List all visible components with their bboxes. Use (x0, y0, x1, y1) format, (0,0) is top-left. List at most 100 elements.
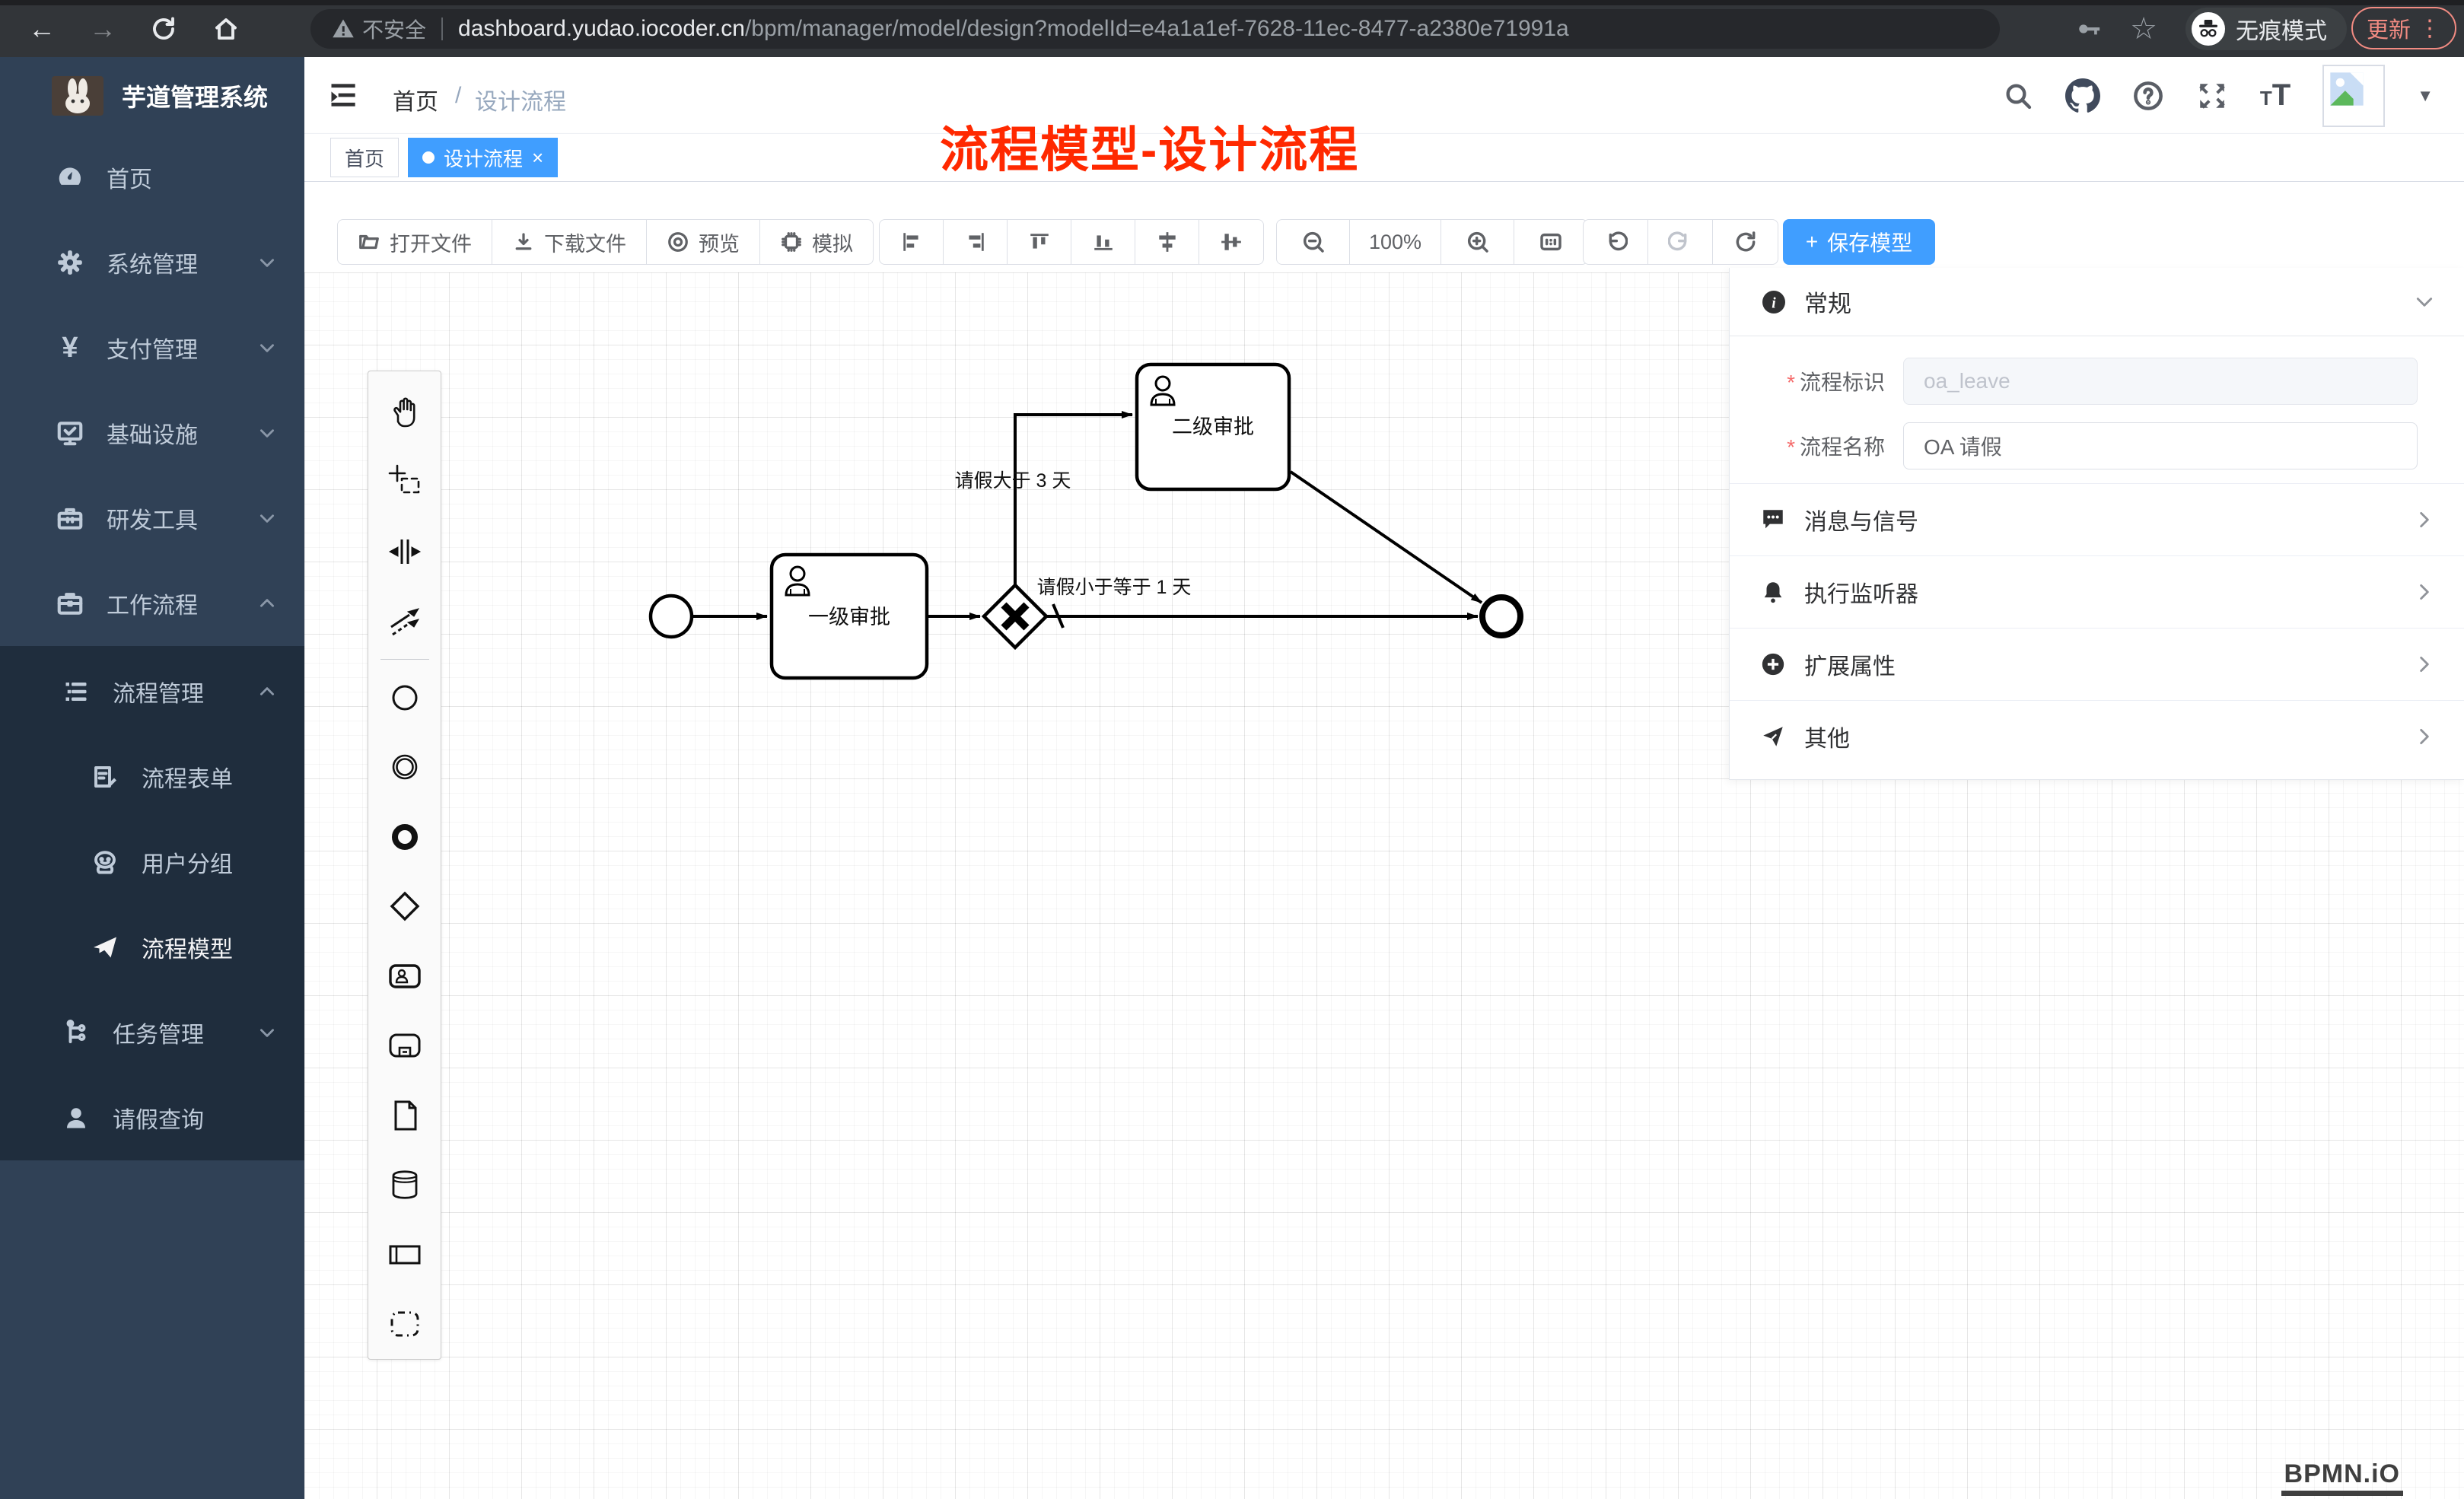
url-separator (441, 18, 443, 40)
undo-button[interactable] (1584, 220, 1648, 264)
designer-toolbar: 打开文件 下载文件 预览 模拟 (304, 182, 2464, 272)
user-icon (61, 1103, 91, 1133)
flow-label-le1day[interactable]: 请假小于等于 1 天 (1037, 577, 1192, 598)
sidebar-item-task-mgmt[interactable]: 任务管理 (0, 990, 304, 1075)
back-icon[interactable]: ← (23, 10, 61, 48)
breadcrumb-home[interactable]: 首页 (393, 83, 438, 116)
bpmn-canvas[interactable]: 一级审批 二级审批 请假大于 3 天 (304, 272, 2464, 1499)
section-message-signal[interactable]: 消息与信号 (1730, 483, 2464, 555)
process-name-input[interactable] (1903, 422, 2418, 469)
general-section-header[interactable]: i 常规 (1730, 268, 2464, 336)
incognito-label: 无痕模式 (2236, 12, 2327, 46)
properties-panel: i 常规 *流程标识 *流程名称 消息与信号 (1729, 268, 2464, 780)
sidebar-item-infra[interactable]: 基础设施 (0, 390, 304, 476)
chevron-down-icon (257, 508, 277, 528)
github-icon[interactable] (2065, 78, 2100, 113)
align-center-horizontal-button[interactable] (1135, 220, 1199, 264)
sidebar-item-label: 请假查询 (113, 1101, 304, 1135)
chip-icon (780, 231, 803, 253)
section-extended-properties[interactable]: 扩展属性 (1730, 628, 2464, 700)
font-size-icon[interactable]: TT (2260, 78, 2291, 113)
forward-icon[interactable]: → (84, 10, 122, 48)
sidebar-item-process-model[interactable]: 流程模型 (0, 905, 304, 990)
warning-triangle-icon (332, 18, 355, 40)
bell-icon (1760, 579, 1786, 605)
url-bar[interactable]: 不安全 dashboard.yudao.iocoder.cn/bpm/manag… (310, 9, 2000, 49)
sidebar-item-workflow[interactable]: 工作流程 (0, 561, 304, 646)
zoom-level-display: 100% (1350, 220, 1441, 264)
open-file-button[interactable]: 打开文件 (338, 220, 492, 264)
sidebar-item-user-group[interactable]: 用户分组 (0, 820, 304, 905)
history-button-group (1583, 219, 1778, 265)
process-name-label: *流程名称 (1730, 431, 1903, 461)
download-file-button[interactable]: 下载文件 (492, 220, 647, 264)
align-top-button[interactable] (1008, 220, 1071, 264)
info-icon: i (1760, 288, 1788, 316)
process-key-input[interactable] (1903, 358, 2418, 405)
bookmark-star-icon[interactable]: ☆ (2125, 10, 2163, 48)
zoom-out-button[interactable] (1277, 220, 1350, 264)
active-tab-dot (422, 151, 435, 164)
align-left-button[interactable] (880, 220, 944, 264)
task1-label: 一级审批 (808, 606, 890, 629)
tab-close-icon[interactable]: × (532, 146, 543, 170)
flow-label-gt3days[interactable]: 请假大于 3 天 (955, 470, 1071, 492)
zoom-reset-button[interactable] (1514, 220, 1587, 264)
app-logo-row[interactable]: 芋道管理系统 (0, 57, 304, 135)
align-center-vertical-button[interactable] (1199, 220, 1263, 264)
breadcrumb-current: 设计流程 (475, 83, 566, 116)
section-execution-listener[interactable]: 执行监听器 (1730, 555, 2464, 628)
start-event[interactable] (651, 596, 692, 637)
tab-home[interactable]: 首页 (330, 138, 399, 177)
sidebar: 芋道管理系统 首页 系统管理 ¥ 支付管理 基础设施 (0, 57, 304, 1499)
preview-button[interactable]: 预览 (647, 220, 760, 264)
not-secure-warning[interactable]: 不安全 (332, 14, 426, 44)
flow-task2-to-end[interactable] (1291, 472, 1482, 603)
sidebar-item-devtools[interactable]: 研发工具 (0, 476, 304, 561)
sidebar-collapse-icon[interactable] (327, 78, 361, 112)
flow-gateway-to-task2[interactable] (1015, 415, 1132, 584)
update-button[interactable]: 更新 ⋮ (2351, 7, 2456, 49)
avatar-caret-icon[interactable]: ▼ (2417, 86, 2434, 106)
align-bottom-button[interactable] (1071, 220, 1135, 264)
gear-icon (55, 247, 85, 278)
end-event[interactable] (1482, 597, 1520, 635)
bpmn-io-watermark[interactable]: BPMN.iO (2281, 1459, 2403, 1496)
browser-menu-dots-icon[interactable]: ⋮ (2418, 15, 2441, 42)
home-icon[interactable] (207, 10, 245, 48)
simulate-button[interactable]: 模拟 (760, 220, 873, 264)
sidebar-item-payment[interactable]: ¥ 支付管理 (0, 305, 304, 390)
briefcase-icon (55, 588, 85, 619)
section-other[interactable]: 其他 (1730, 700, 2464, 772)
help-icon[interactable] (2132, 80, 2164, 112)
chevron-down-icon (2415, 292, 2434, 312)
restart-button[interactable] (1713, 220, 1778, 264)
reload-icon[interactable] (145, 10, 183, 48)
chevron-up-icon (257, 682, 277, 702)
zoom-in-button[interactable] (1441, 220, 1514, 264)
sidebar-item-process-form[interactable]: 流程表单 (0, 734, 304, 820)
tab-label: 设计流程 (444, 144, 523, 172)
paper-plane-icon (90, 932, 120, 963)
redo-button[interactable] (1648, 220, 1713, 264)
sidebar-item-system[interactable]: 系统管理 (0, 220, 304, 305)
tab-design-process[interactable]: 设计流程 × (408, 138, 558, 177)
avatar[interactable] (2322, 65, 2385, 127)
undo-icon (1603, 230, 1628, 254)
app-logo-image (52, 76, 103, 116)
section-label: 其他 (1804, 720, 2396, 753)
password-key-icon[interactable] (2070, 10, 2108, 48)
process-key-field-row: *流程标识 (1730, 357, 2464, 406)
fullscreen-icon[interactable] (2196, 80, 2228, 112)
search-icon[interactable] (2003, 81, 2033, 111)
chevron-down-icon (257, 423, 277, 443)
save-model-button[interactable]: + 保存模型 (1783, 219, 1935, 265)
sidebar-item-label: 用户分组 (142, 845, 304, 879)
user-task-level2[interactable]: 二级审批 (1137, 364, 1289, 489)
user-task-level1[interactable]: 一级审批 (772, 555, 927, 678)
sidebar-item-leave-query[interactable]: 请假查询 (0, 1075, 304, 1160)
sidebar-item-process-mgmt[interactable]: 流程管理 (0, 649, 304, 734)
align-right-button[interactable] (944, 220, 1008, 264)
sidebar-item-label: 任务管理 (113, 1016, 257, 1049)
sidebar-item-home[interactable]: 首页 (0, 135, 304, 220)
